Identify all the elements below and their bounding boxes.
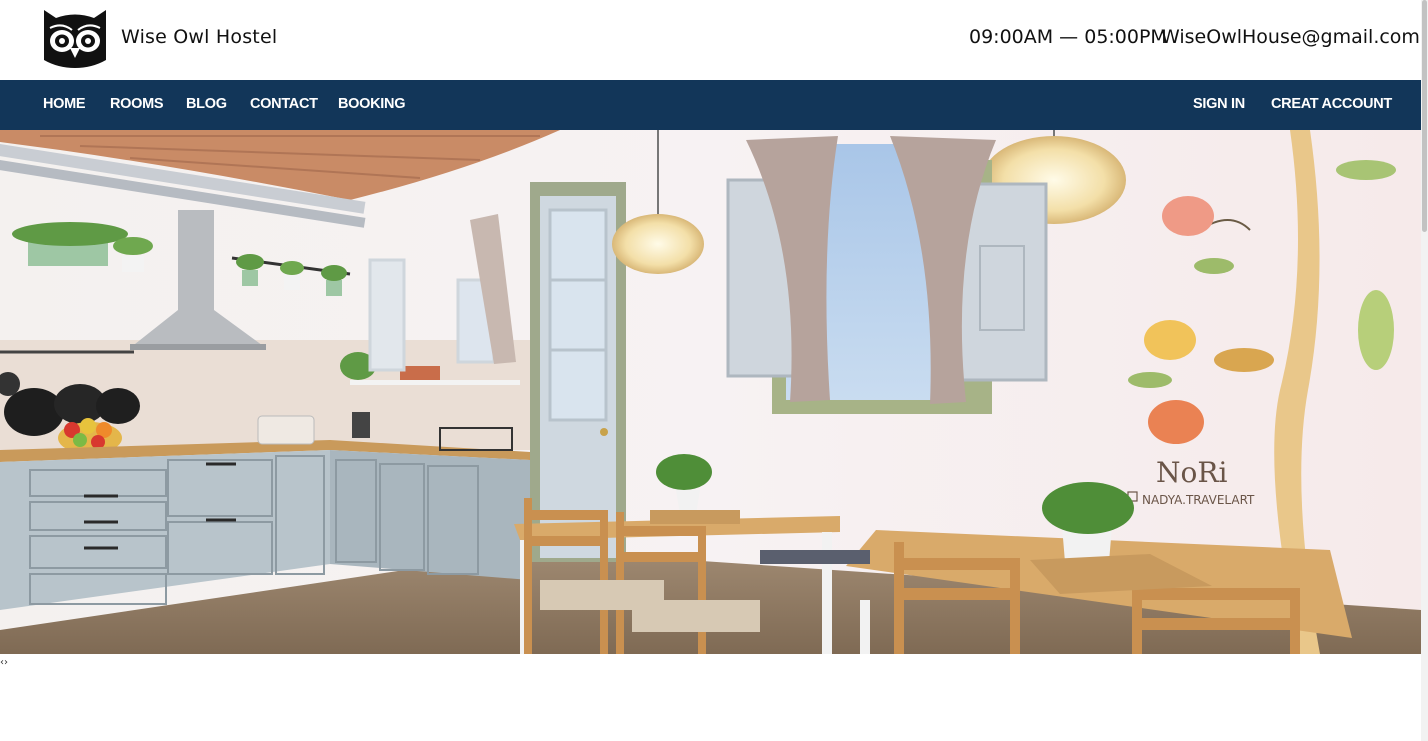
nav-sign-in[interactable]: SIGN IN bbox=[1193, 96, 1245, 112]
hero-kitchen-illustration: NoRi NADYA.TRAVELART bbox=[0, 130, 1421, 654]
carousel-next-button[interactable]: › bbox=[4, 657, 8, 668]
mural-credit: NADYA.TRAVELART bbox=[1142, 493, 1255, 507]
mural-signature: NoRi bbox=[1156, 456, 1227, 489]
nav-booking[interactable]: BOOKING bbox=[338, 96, 405, 112]
opening-hours: 09:00AM — 05:00PM bbox=[969, 26, 1167, 48]
main-nav: HOME ROOMS BLOG CONTACT BOOKING SIGN IN … bbox=[0, 80, 1421, 130]
site-header: Wise Owl Hostel 09:00AM — 05:00PM WiseOw… bbox=[0, 0, 1421, 80]
hero-carousel-image: NoRi NADYA.TRAVELART bbox=[0, 130, 1421, 654]
nav-blog[interactable]: BLOG bbox=[186, 96, 227, 112]
nav-contact[interactable]: CONTACT bbox=[250, 96, 318, 112]
brand-name[interactable]: Wise Owl Hostel bbox=[121, 26, 277, 48]
nav-rooms[interactable]: ROOMS bbox=[110, 96, 164, 112]
nav-create-account[interactable]: CREAT ACCOUNT bbox=[1271, 96, 1392, 112]
owl-logo-icon[interactable] bbox=[42, 8, 108, 69]
page-scrollbar-thumb[interactable] bbox=[1422, 0, 1427, 232]
nav-home[interactable]: HOME bbox=[43, 96, 86, 112]
carousel-controls: ‹› bbox=[0, 657, 8, 669]
contact-email[interactable]: WiseOwlHouse@gmail.com bbox=[1161, 26, 1420, 48]
